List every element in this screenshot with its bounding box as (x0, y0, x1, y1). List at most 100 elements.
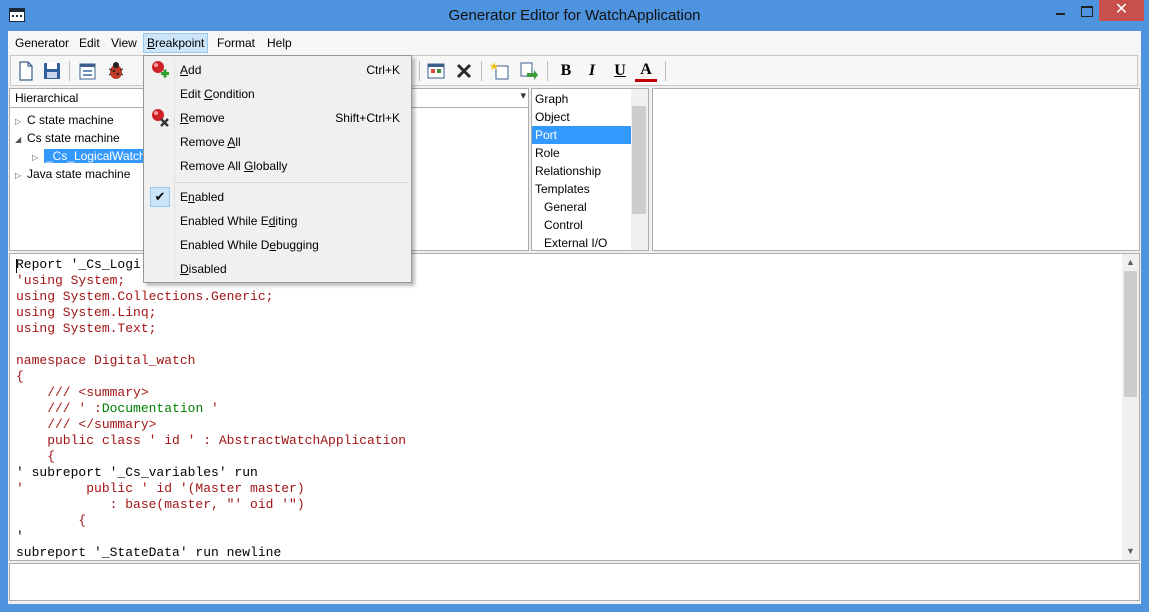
menu-item-label: Enabled While Editing (180, 214, 298, 228)
code-line: ' (16, 529, 24, 544)
code-line: Report '_Cs_Logi (16, 257, 141, 272)
type-list: Graph Object Port Role Relationship Temp… (531, 88, 649, 251)
list-item[interactable]: External I/O (532, 234, 632, 250)
code-line: ' public ' id '(Master master) (16, 481, 305, 496)
tree-node[interactable]: ▷ C state machine (15, 111, 114, 129)
scroll-down-icon[interactable]: ▼ (1122, 543, 1139, 560)
font-color-button[interactable]: A (635, 60, 657, 82)
menu-edit[interactable]: Edit (75, 33, 104, 53)
delete-icon[interactable] (453, 60, 475, 82)
minimize-button[interactable] (1047, 0, 1073, 21)
menu-generator[interactable]: Generator (11, 33, 73, 53)
tree-node-label: Java state machine (27, 167, 131, 181)
menu-item-enabled-while-debugging[interactable]: Enabled While Debugging (146, 234, 409, 256)
menu-item-label: Remove (180, 111, 225, 125)
menu-item-disabled[interactable]: Disabled (146, 258, 409, 280)
code-line: { (16, 369, 24, 384)
menu-item-label: Enabled While Debugging (180, 238, 319, 252)
menu-item-add[interactable]: Add Ctrl+K (146, 59, 409, 81)
checkmark-icon: ✔ (150, 187, 170, 207)
code-line: namespace Digital_watch (16, 353, 196, 368)
code-token: Documentation (101, 401, 204, 416)
code-line: /// ' :Documentation ' (16, 401, 219, 417)
list-item[interactable]: General (532, 198, 632, 216)
menu-item-enabled-while-editing[interactable]: Enabled While Editing (146, 210, 409, 232)
tree-node-label: Cs state machine (27, 131, 120, 145)
menu-bar: Generator Edit View Breakpoint Format He… (8, 31, 1141, 55)
close-button[interactable]: ✕ (1099, 0, 1144, 21)
code-token: /// ' : (16, 401, 102, 416)
menu-item-edit-condition[interactable]: Edit Condition (146, 83, 409, 105)
shortcut-label: Ctrl+K (366, 63, 400, 77)
tree-node[interactable]: ◢ Cs state machine (15, 129, 120, 147)
new-document-icon[interactable] (15, 60, 37, 82)
menu-item-enabled[interactable]: ✔ Enabled (146, 186, 409, 208)
add-breakpoint-icon (150, 60, 170, 80)
output-pane[interactable] (9, 563, 1140, 601)
app-window: Generator Editor for WatchApplication ✕ … (0, 0, 1149, 612)
menu-item-label: Enabled (180, 190, 225, 204)
type-list-scrollbar[interactable] (631, 89, 648, 250)
underline-button[interactable]: U (609, 60, 631, 82)
list-item[interactable]: Relationship (532, 162, 632, 180)
view-selector-value: Hierarchical (15, 91, 79, 105)
code-line: using System.Text; (16, 321, 157, 336)
window-title: Generator Editor for WatchApplication (448, 7, 701, 24)
generate-settings-icon[interactable] (425, 60, 447, 82)
list-item[interactable]: Graph (532, 90, 632, 108)
tree-node-label: _Cs_LogicalWatch (44, 149, 148, 163)
code-line: /// <summary> (16, 385, 149, 400)
remove-breakpoint-icon (150, 108, 170, 128)
expand-icon[interactable]: ▷ (15, 167, 27, 185)
code-line: public class ' id ' : AbstractWatchAppli… (16, 433, 407, 448)
code-line: { (16, 449, 56, 464)
scrollbar-thumb[interactable] (1124, 271, 1137, 397)
debug-bug-icon[interactable] (105, 60, 127, 82)
menu-view[interactable]: View (107, 33, 141, 53)
list-item-selected[interactable]: Port (532, 126, 632, 144)
scroll-up-icon[interactable]: ▲ (1122, 254, 1139, 271)
code-line: using System.Collections.Generic; (16, 289, 274, 304)
list-item[interactable]: Role (532, 144, 632, 162)
maximize-button[interactable] (1073, 0, 1099, 21)
code-line: : base(master, "' oid '") (16, 497, 305, 512)
code-token: ' (203, 401, 219, 416)
menu-help[interactable]: Help (263, 33, 296, 53)
code-line: subreport '_StateData' run newline (16, 545, 282, 560)
move-item-icon[interactable] (517, 60, 539, 82)
collapse-icon[interactable]: ◢ (15, 131, 27, 149)
code-line: 'using System; (16, 273, 126, 288)
menu-item-label: Remove All (180, 135, 241, 149)
tree-node-label: C state machine (27, 113, 114, 127)
shortcut-label: Shift+Ctrl+K (335, 111, 400, 125)
code-line: /// </summary> (16, 417, 157, 432)
list-item[interactable]: Control (532, 216, 632, 234)
italic-button[interactable]: I (581, 60, 603, 82)
save-icon[interactable] (41, 60, 63, 82)
menu-item-label: Remove All Globally (180, 159, 288, 173)
list-item[interactable]: Object (532, 108, 632, 126)
code-editor[interactable]: Report '_Cs_Logi 'using System; using Sy… (9, 253, 1140, 561)
tree-node-selected[interactable]: ▷ _Cs_LogicalWatch (32, 147, 148, 165)
menu-breakpoint[interactable]: Breakpoint (143, 33, 209, 53)
menu-format[interactable]: Format (213, 33, 259, 53)
bold-button[interactable]: B (555, 60, 577, 82)
menu-item-remove[interactable]: Remove Shift+Ctrl+K (146, 107, 409, 129)
properties-pane (652, 88, 1140, 251)
code-scrollbar[interactable]: ▲ ▼ (1122, 254, 1139, 560)
menu-item-label: Disabled (180, 262, 227, 276)
tree-node[interactable]: ▷ Java state machine (15, 165, 130, 183)
code-line: using System.Linq; (16, 305, 157, 320)
menu-item-remove-all[interactable]: Remove All (146, 131, 409, 153)
breakpoint-menu: Add Ctrl+K Edit Condition Remove Shift+C… (143, 55, 412, 283)
scrollbar-thumb[interactable] (632, 106, 646, 214)
menu-item-remove-all-globally[interactable]: Remove All Globally (146, 155, 409, 177)
menu-item-label: Add (180, 63, 202, 77)
properties-icon[interactable] (77, 60, 99, 82)
add-item-icon[interactable] (489, 60, 511, 82)
menu-item-label: Edit Condition (180, 87, 255, 101)
list-item[interactable]: Templates (532, 180, 632, 198)
code-line: { (16, 513, 87, 528)
title-bar[interactable]: Generator Editor for WatchApplication ✕ (0, 0, 1149, 31)
chevron-down-icon[interactable]: ▾ (520, 89, 526, 102)
